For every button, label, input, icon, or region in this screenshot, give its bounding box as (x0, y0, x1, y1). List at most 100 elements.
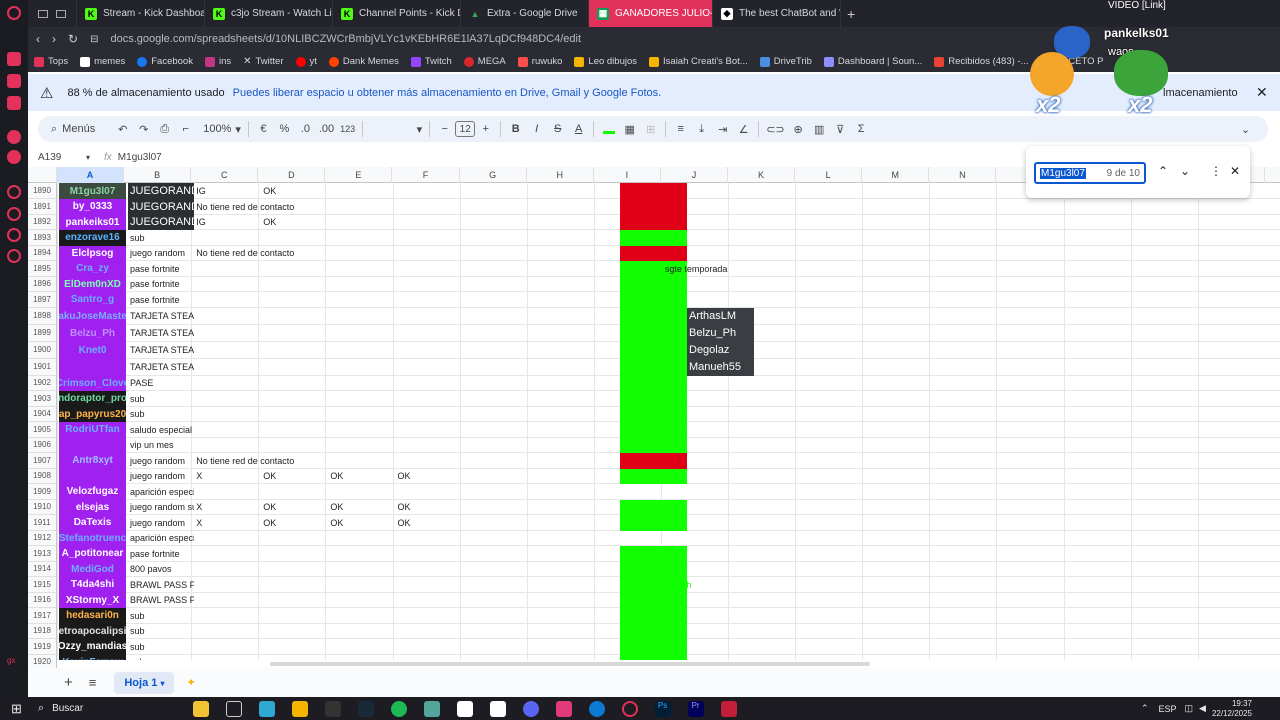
cell-winner-name[interactable]: Belzu_Ph (687, 324, 754, 342)
status-fill-cell[interactable] (620, 324, 687, 342)
status-fill-cell[interactable] (620, 623, 687, 639)
row-header[interactable]: 1919 (28, 639, 57, 655)
status-fill-cell[interactable] (620, 341, 687, 359)
row-header[interactable]: 1900 (28, 341, 57, 359)
borders-icon[interactable]: ▦ (619, 116, 640, 142)
row-header[interactable]: 1894 (28, 245, 57, 261)
tab-channel-points[interactable]: K Channel Points - Kick Da (333, 0, 461, 27)
status-fill-cell[interactable] (620, 422, 687, 438)
sidebar-clock-icon[interactable] (7, 185, 21, 199)
column-header-k[interactable]: K (728, 167, 796, 183)
cell-winner-name[interactable]: Degolaz (687, 341, 754, 359)
status-fill-cell[interactable] (620, 292, 687, 308)
font-size-plus-icon[interactable]: + (475, 116, 496, 142)
tab-controls[interactable] (28, 0, 77, 27)
cell-prize[interactable]: saludo especial (128, 422, 194, 438)
cell-prize[interactable]: pase fortnite (128, 546, 194, 562)
bold-button[interactable]: B (505, 116, 526, 142)
status-fill-cell[interactable] (620, 608, 687, 624)
row-header[interactable]: 1904 (28, 406, 57, 422)
cell-username[interactable]: etroapocalipsi (59, 623, 126, 639)
close-banner-icon[interactable]: ✕ (1256, 84, 1268, 101)
bookmark-mega[interactable]: MEGA (463, 56, 506, 67)
more-options-icon[interactable]: ⋮ (1210, 164, 1222, 178)
chevron-down-icon[interactable]: ▾ (86, 153, 90, 162)
align-left-icon[interactable]: ≡ (670, 116, 691, 142)
status-fill-cell[interactable] (620, 406, 687, 422)
cell-note[interactable]: sgte temporada (662, 261, 728, 277)
bookmark-twitter[interactable]: ✕ Twitter (243, 56, 283, 67)
taskbar-lang[interactable]: ESP (1159, 704, 1177, 714)
cell-username[interactable]: by_0333 (59, 199, 126, 215)
cell-e[interactable]: OK (327, 500, 343, 516)
cell-c[interactable]: No tiene red de contacto (193, 453, 294, 469)
text-rotation-icon[interactable]: ∠ (733, 116, 754, 142)
row-header[interactable]: 1911 (28, 515, 57, 531)
tab-google-drive[interactable]: ▲ Extra - Google Drive (461, 0, 589, 27)
sidebar-home-icon[interactable] (7, 52, 21, 66)
premiere-icon[interactable]: Pr (687, 700, 704, 717)
epic-games-icon[interactable] (324, 700, 341, 717)
cell-username[interactable]: ndoraptor_pro (59, 391, 126, 407)
cell-d[interactable]: OK (260, 469, 276, 485)
row-header[interactable]: 1916 (28, 592, 57, 608)
cell-e[interactable]: OK (327, 515, 343, 531)
status-fill-cell[interactable] (620, 499, 687, 515)
taskbar-search[interactable]: Buscar (52, 703, 184, 714)
sheet-tab-hoja1[interactable]: Hoja 1 ▾ (114, 671, 175, 694)
capcut-icon[interactable] (456, 700, 473, 717)
bookmark-yt[interactable]: yt (295, 56, 317, 67)
cell-d[interactable]: OK (260, 500, 276, 516)
paint-format-icon[interactable]: ⌐ (175, 116, 196, 142)
cell-username[interactable] (59, 358, 126, 376)
status-fill-cell[interactable] (620, 214, 687, 230)
cell-d[interactable]: OK (260, 215, 276, 231)
cell-prize[interactable]: BRAWL PASS PLUS (128, 593, 194, 609)
steam-icon[interactable] (357, 700, 374, 717)
cell-username[interactable]: Antr8xyt (59, 453, 126, 469)
cell-username[interactable]: Knet0 (59, 341, 126, 359)
file-explorer-icon[interactable] (291, 700, 308, 717)
cell-winner-name[interactable]: Manueh55 (687, 358, 754, 376)
cell-d[interactable]: OK (260, 515, 276, 531)
cell-c[interactable]: X (193, 515, 202, 531)
row-header[interactable]: 1909 (28, 484, 57, 500)
vertical-align-icon[interactable]: ⤓ (691, 116, 712, 142)
cell-prize[interactable]: juego random su (128, 500, 194, 516)
cell-username[interactable]: M1gu3l07 (59, 183, 126, 199)
sparkle-icon[interactable]: ✦ (186, 676, 195, 689)
row-header[interactable]: 1915 (28, 577, 57, 593)
sidebar-gx-icon[interactable]: gx (7, 656, 21, 670)
row-header[interactable]: 1914 (28, 561, 57, 577)
status-fill-cell[interactable] (620, 183, 687, 199)
cell-prize[interactable]: vip un mes (128, 438, 194, 454)
cell-prize[interactable]: pase fortnite (128, 292, 194, 308)
cell-f[interactable]: OK (395, 500, 411, 516)
font-size-input[interactable]: 12 (455, 121, 476, 137)
add-sheet-button[interactable]: + (64, 674, 73, 691)
url-field[interactable]: docs.google.com/spreadsheets/d/10NLIBCZW… (110, 33, 581, 45)
row-header[interactable]: 1905 (28, 422, 57, 438)
sidebar-history-icon[interactable] (7, 207, 21, 221)
column-header-e[interactable]: E (325, 167, 393, 183)
row-header[interactable]: 1890 (28, 183, 57, 199)
cell-username[interactable]: enzorave16 (59, 230, 126, 246)
cell-username[interactable]: Cra_zy (59, 261, 126, 277)
photoshop-icon[interactable]: Ps (654, 700, 671, 717)
cell-d[interactable]: OK (260, 183, 276, 199)
cell-prize[interactable]: sub (128, 407, 194, 423)
cell-winner-name[interactable]: ArthasLM (687, 307, 754, 325)
row-header[interactable]: 1917 (28, 608, 57, 624)
row-header[interactable]: 1897 (28, 292, 57, 308)
column-header-i[interactable]: I (594, 167, 661, 183)
cell-username[interactable]: hedasari0n (59, 608, 126, 624)
cell-username[interactable]: T4da4shi (59, 577, 126, 593)
cell-prize[interactable]: 800 pavos (128, 562, 194, 578)
column-header-a[interactable]: A (57, 167, 125, 183)
widget-icon[interactable] (192, 700, 209, 717)
spotify-icon[interactable] (390, 700, 407, 717)
merge-cells-icon[interactable]: ⊞ (640, 116, 661, 142)
cell-prize[interactable]: juego random (128, 515, 194, 531)
cell-prize[interactable]: PASE (128, 376, 194, 392)
cell-hidden-text[interactable]: X (659, 593, 668, 609)
